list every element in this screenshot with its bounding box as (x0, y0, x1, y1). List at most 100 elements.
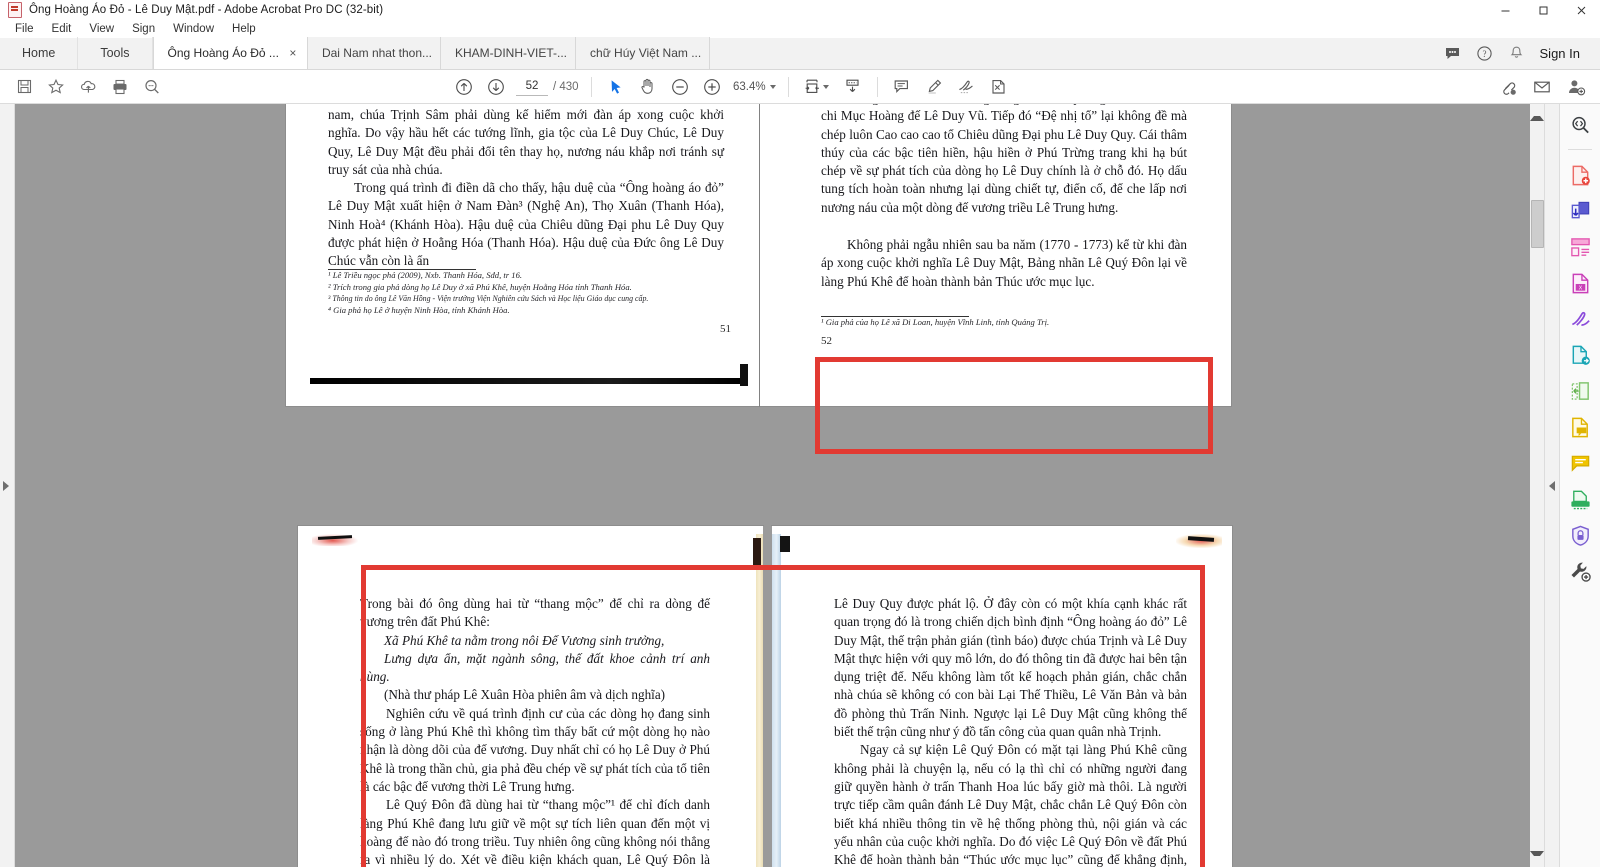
scan-artifact-black-bar (310, 378, 740, 384)
share-link-icon[interactable] (1492, 72, 1524, 102)
comment-tool-icon[interactable] (1567, 414, 1593, 440)
page-52-body: Trong thần chủ ở từ đường dòng họ Lê Duy… (821, 104, 1187, 217)
paragraph: Ngay cả sự kiện Lê Quý Đôn có mặt tại là… (834, 742, 1187, 867)
footnote: ³ Thông tin do ông Lê Văn Hồng - Viện tr… (328, 294, 649, 304)
page-total-label: / 430 (553, 80, 579, 93)
document-tab-label: Dai Nam nhat thon... (321, 46, 432, 60)
highlight-text-icon[interactable] (918, 72, 950, 102)
menu-file[interactable]: File (6, 21, 43, 38)
page-number-input[interactable] (516, 77, 548, 96)
tab-strip-actions: ? Sign In (1438, 37, 1600, 69)
combine-files-icon[interactable] (1567, 198, 1593, 224)
save-icon[interactable] (8, 72, 40, 102)
previous-page-icon[interactable] (448, 72, 480, 102)
tab-tools[interactable]: Tools (78, 37, 153, 69)
document-tab-3[interactable]: KHAM-DINH-VIET-... (441, 37, 577, 69)
collapse-right-panel-arrow[interactable] (1549, 480, 1555, 491)
page-navigation: / 430 (516, 77, 579, 96)
protect-icon[interactable] (1567, 522, 1593, 548)
zoom-level-label: 63.4% (732, 80, 766, 93)
cloud-upload-icon[interactable] (72, 72, 104, 102)
paragraph: Không phải ngẫu nhiên sau ba năm (1770 -… (821, 237, 1187, 289)
document-tab-4[interactable]: chữ Húy Việt Nam ... (576, 37, 711, 69)
sign-in-button[interactable]: Sign In (1534, 46, 1590, 61)
menu-sign[interactable]: Sign (123, 21, 164, 38)
sign-icon[interactable] (950, 72, 982, 102)
export-pdf-icon[interactable]: X (1567, 270, 1593, 296)
page-spread-top-right: Trong thần chủ ở từ đường dòng họ Lê Duy… (760, 104, 1231, 406)
bottom-left-body: Trong bài đó ông dùng hai từ “thang mộc”… (360, 595, 710, 867)
chevron-down-icon[interactable] (769, 84, 776, 89)
menu-help[interactable]: Help (223, 21, 265, 38)
page-52-highlighted-paragraph: Không phải ngẫu nhiên sau ba năm (1770 -… (821, 236, 1187, 291)
print-icon[interactable] (104, 72, 136, 102)
svg-text:X: X (1578, 285, 1582, 291)
document-tab-2[interactable]: Dai Nam nhat thon... (307, 37, 441, 69)
minimize-button[interactable] (1486, 0, 1524, 20)
tab-home[interactable]: Home (0, 37, 79, 69)
stamp-icon[interactable] (982, 72, 1014, 102)
create-pdf-icon[interactable] (1567, 162, 1593, 188)
paragraph: Trong thần chủ ở từ đường dòng họ Lê Duy… (821, 104, 1187, 215)
scan-artifact-gutter-mark-right (780, 536, 790, 552)
scroll-down-arrow[interactable] (1530, 850, 1544, 867)
add-comment-icon[interactable] (886, 72, 918, 102)
comment-balloon-icon[interactable] (1438, 37, 1468, 69)
menu-edit[interactable]: Edit (43, 21, 81, 38)
select-cursor-icon[interactable] (600, 72, 632, 102)
scroll-up-arrow[interactable] (1530, 104, 1544, 121)
stamp-tool-icon[interactable] (1567, 450, 1593, 476)
document-vertical-scrollbar[interactable] (1530, 104, 1544, 867)
edit-pdf-icon[interactable] (1567, 378, 1593, 404)
right-panel-rail[interactable] (1544, 104, 1559, 867)
scan-artifact-black-bar-edge (740, 364, 748, 386)
close-icon[interactable]: × (287, 46, 299, 60)
pdf-page-right-bottom[interactable]: Lê Duy Quy được phát lộ. Ở đây còn có mộ… (772, 526, 1232, 867)
pdf-page-51[interactable]: nam, chúa Trịnh Sâm phải dùng kế hiểm mớ… (286, 104, 759, 406)
star-icon[interactable] (40, 72, 72, 102)
footnote: ⁴ Gia phả họ Lê ở huyện Ninh Hòa, tỉnh K… (328, 304, 510, 315)
zoom-control[interactable]: 63.4% (732, 81, 776, 93)
pdf-page-left-bottom[interactable]: Trong bài đó ông dùng hai từ “thang mộc”… (298, 526, 763, 867)
document-tab-label: KHAM-DINH-VIET-... (455, 46, 568, 60)
work-area: nam, chúa Trịnh Sâm phải dùng kế hiểm mớ… (0, 104, 1600, 867)
organize-pages-icon[interactable] (1567, 234, 1593, 260)
maximize-button[interactable] (1524, 0, 1562, 20)
zoom-out-icon[interactable] (664, 72, 696, 102)
more-tools-icon[interactable] (1567, 558, 1593, 584)
scrollbar-thumb[interactable] (1531, 200, 1544, 248)
next-page-icon[interactable] (480, 72, 512, 102)
document-viewport[interactable]: nam, chúa Trịnh Sâm phải dùng kế hiểm mớ… (15, 104, 1544, 867)
expand-left-panel-arrow[interactable] (3, 480, 9, 491)
document-tab-active[interactable]: Ông Hoàng Áo Đỏ ... × (152, 37, 308, 69)
page-51-folio: 51 (720, 323, 731, 335)
fill-and-sign-icon[interactable] (1567, 306, 1593, 332)
pdf-app-icon (8, 2, 22, 18)
left-navigation-rail[interactable] (0, 104, 15, 867)
bottom-right-body: Lê Duy Quy được phát lộ. Ở đây còn có mộ… (834, 595, 1187, 867)
close-button[interactable] (1562, 0, 1600, 20)
scan-and-ocr-icon[interactable] (1567, 486, 1593, 512)
zoom-in-icon[interactable] (696, 72, 728, 102)
search-icon[interactable] (136, 72, 168, 102)
page-scroll-icon[interactable] (837, 72, 869, 102)
menu-view[interactable]: View (80, 21, 123, 38)
email-icon[interactable] (1526, 72, 1558, 102)
page-spread-bottom-left: Trong bài đó ông dùng hai từ “thang mộc”… (298, 526, 763, 867)
page-spread-top: nam, chúa Trịnh Sâm phải dùng kế hiểm mớ… (286, 104, 759, 406)
pdf-page-52[interactable]: Trong thần chủ ở từ đường dòng họ Lê Duy… (760, 104, 1231, 406)
fit-width-chevron-icon[interactable] (822, 84, 829, 89)
send-for-signature-icon[interactable] (1567, 342, 1593, 368)
menu-bar: File Edit View Sign Window Help (0, 20, 1600, 38)
verse-line-2: Lưng dựa ẩn, mặt ngành sông, thế đất kho… (360, 650, 710, 685)
acrobat-window: Ông Hoàng Áo Đỏ - Lê Duy Mật.pdf - Adobe… (0, 0, 1600, 867)
notification-bell-icon[interactable] (1502, 37, 1532, 69)
add-person-icon[interactable] (1560, 72, 1592, 102)
page-spread-bottom-right: Lê Duy Quy được phát lộ. Ở đây còn có mộ… (772, 526, 1232, 867)
toolbar-divider (876, 76, 878, 97)
search-document-icon[interactable] (1567, 112, 1593, 138)
svg-text:?: ? (1483, 49, 1487, 59)
menu-window[interactable]: Window (164, 21, 223, 38)
hand-tool-icon[interactable] (632, 72, 664, 102)
help-circle-icon[interactable]: ? (1470, 37, 1500, 69)
